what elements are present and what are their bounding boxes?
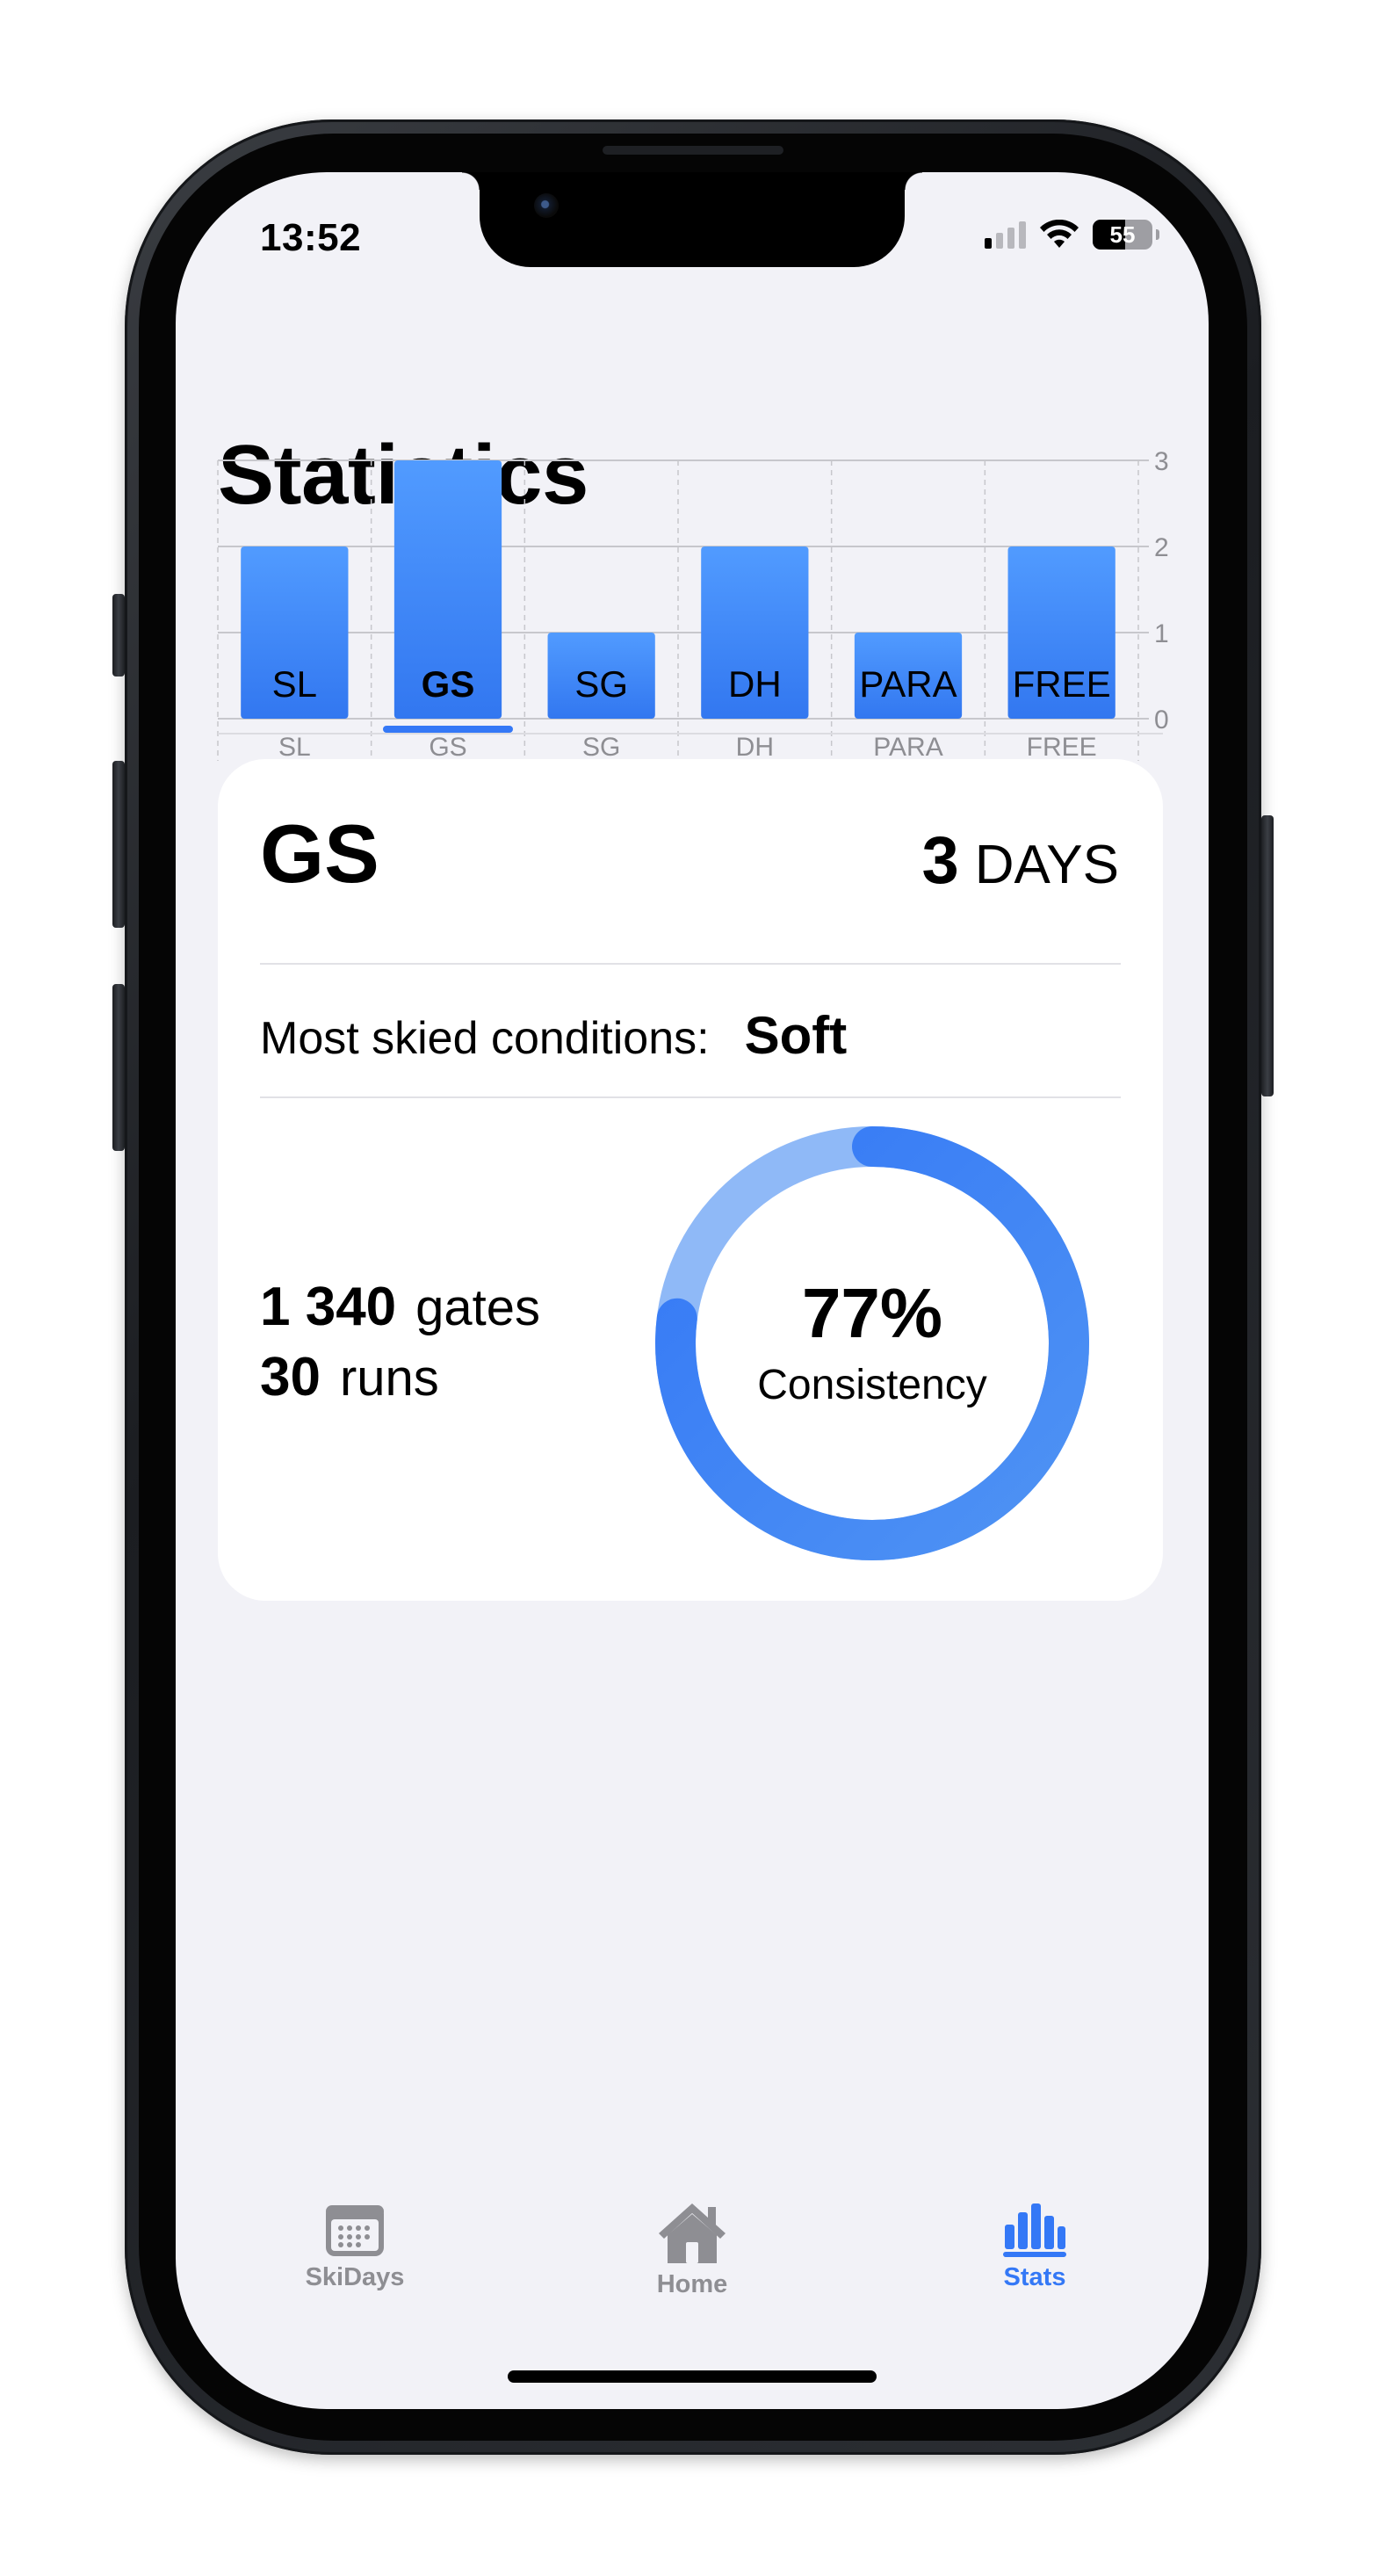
conditions-value: Soft — [744, 1006, 848, 1065]
x-tick-label: PARA — [873, 733, 942, 762]
conditions-label: Most skied conditions: — [260, 1013, 710, 1064]
discipline-detail-card: GS 3 DAYS Most skied conditions: Soft 1 … — [218, 759, 1163, 1601]
days-unit: DAYS — [974, 835, 1119, 895]
tabbar-label: SkiDays — [305, 2263, 405, 2291]
tab-sl[interactable]: SL — [227, 638, 361, 731]
x-tick-label: DH — [736, 733, 774, 762]
x-tick-label: SG — [582, 733, 620, 762]
tab-sg[interactable]: SG — [535, 638, 668, 731]
tabbar-item-stats[interactable]: Stats — [947, 2200, 1123, 2292]
x-tick-label: GS — [429, 733, 466, 762]
discipline-title: GS — [260, 807, 379, 900]
days-count: 3 — [921, 823, 959, 898]
runs-unit: runs — [339, 1350, 439, 1407]
divider — [260, 963, 1121, 965]
consistency-percent: 77% — [801, 1273, 943, 1352]
discipline-tabs: SL GS SG DH PARA FREE — [218, 638, 1163, 734]
consistency-label-group: 77% Consistency — [653, 1125, 1091, 1562]
x-tick-label: FREE — [1027, 733, 1097, 762]
power-button — [1261, 815, 1274, 1096]
volume-down-button — [112, 984, 125, 1151]
days-summary: 3 DAYS — [921, 822, 1119, 899]
tabbar-item-home[interactable]: Home — [604, 2200, 780, 2299]
chart-icon — [1003, 2203, 1066, 2257]
consistency-ring: 77% Consistency — [653, 1125, 1091, 1562]
volume-up-button — [112, 761, 125, 928]
tab-bar: SkiDays Home Stats — [176, 2200, 1209, 2341]
tab-gs[interactable]: GS — [381, 638, 515, 731]
gates-stat: 1 340 gates — [260, 1276, 540, 1346]
y-tick-label: 3 — [1154, 447, 1169, 476]
gates-unit: gates — [415, 1279, 541, 1336]
runs-count: 30 — [260, 1347, 321, 1407]
tabbar-label: Stats — [1003, 2263, 1066, 2291]
runs-stat: 30 runs — [260, 1346, 540, 1416]
conditions-row: Most skied conditions: Soft — [260, 1005, 847, 1066]
silent-switch — [112, 594, 125, 677]
x-tick-label: SL — [278, 733, 311, 762]
calendar-icon — [326, 2205, 384, 2256]
tab-dh[interactable]: DH — [688, 638, 821, 731]
earpiece — [603, 146, 783, 155]
tab-free[interactable]: FREE — [995, 638, 1129, 731]
divider — [260, 1096, 1121, 1098]
tabbar-label: Home — [656, 2270, 728, 2298]
y-tick-label: 2 — [1154, 533, 1169, 562]
home-indicator — [508, 2370, 877, 2383]
volume-stats: 1 340 gates 30 runs — [260, 1276, 540, 1416]
consistency-caption: Consistency — [757, 1361, 987, 1408]
house-icon — [659, 2203, 726, 2263]
tab-para[interactable]: PARA — [841, 638, 975, 731]
gates-count: 1 340 — [260, 1277, 397, 1337]
screen: 13:52 55 Statistics 0123SLGSSGDHPARAFREE… — [176, 172, 1209, 2409]
tabbar-item-skidays[interactable]: SkiDays — [267, 2200, 443, 2292]
